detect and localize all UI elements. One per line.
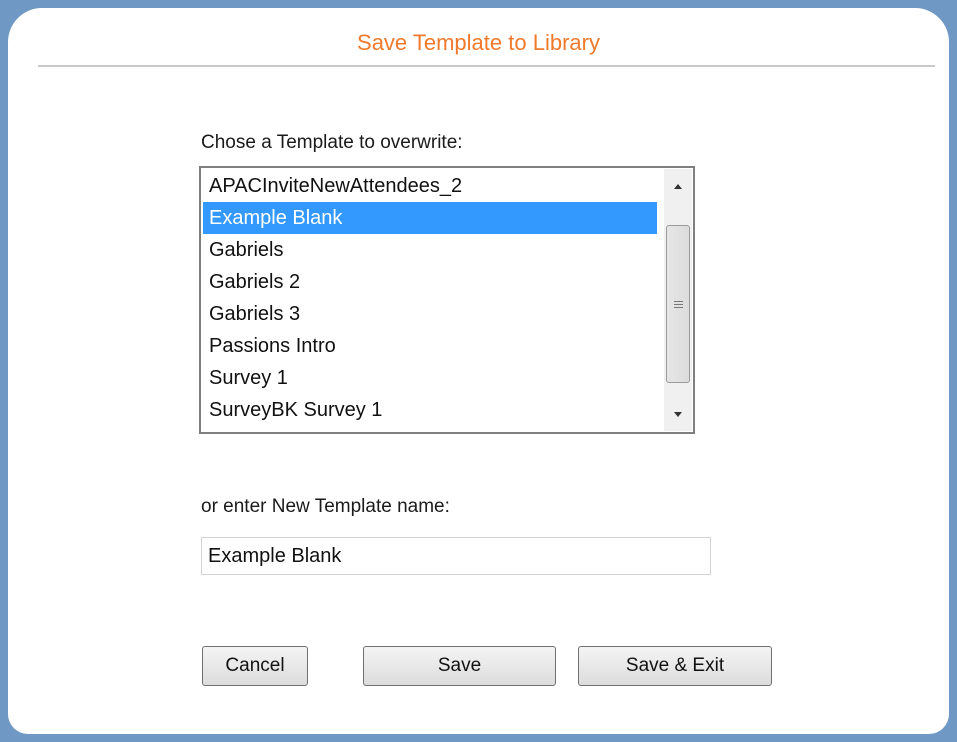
template-list-item[interactable]: APACInviteNewAttendees_2 [203,170,657,202]
template-list-item[interactable]: Passions Intro [203,330,657,362]
grip-icon [673,300,683,308]
scroll-thumb[interactable] [666,225,690,383]
listbox-scrollbar[interactable] [664,169,692,431]
scroll-up-button[interactable] [664,169,692,203]
choose-template-label: Chose a Template to overwrite: [201,132,463,153]
arrow-up-icon [674,183,682,189]
save-template-dialog: Save Template to Library Chose a Templat… [8,8,949,734]
template-listbox[interactable]: APACInviteNewAttendees_2 Example Blank G… [199,166,695,434]
template-list-item-selected[interactable]: Example Blank [203,202,657,234]
new-template-name-input[interactable] [201,537,711,575]
arrow-down-icon [674,411,682,417]
dialog-title: Save Template to Library [357,30,600,55]
save-and-exit-button[interactable]: Save & Exit [578,646,772,686]
new-template-name-label: or enter New Template name: [201,496,450,517]
template-list-item[interactable]: SurveyBK Survey 1 [203,394,657,426]
template-list-item[interactable]: Gabriels [203,234,657,266]
save-button[interactable]: Save [363,646,556,686]
template-list-item[interactable]: Gabriels 2 [203,266,657,298]
scroll-down-button[interactable] [664,397,692,431]
template-list-item[interactable]: Survey 1 [203,362,657,394]
template-list-item[interactable]: Gabriels 3 [203,298,657,330]
cancel-button[interactable]: Cancel [202,646,308,686]
title-divider [38,65,935,67]
